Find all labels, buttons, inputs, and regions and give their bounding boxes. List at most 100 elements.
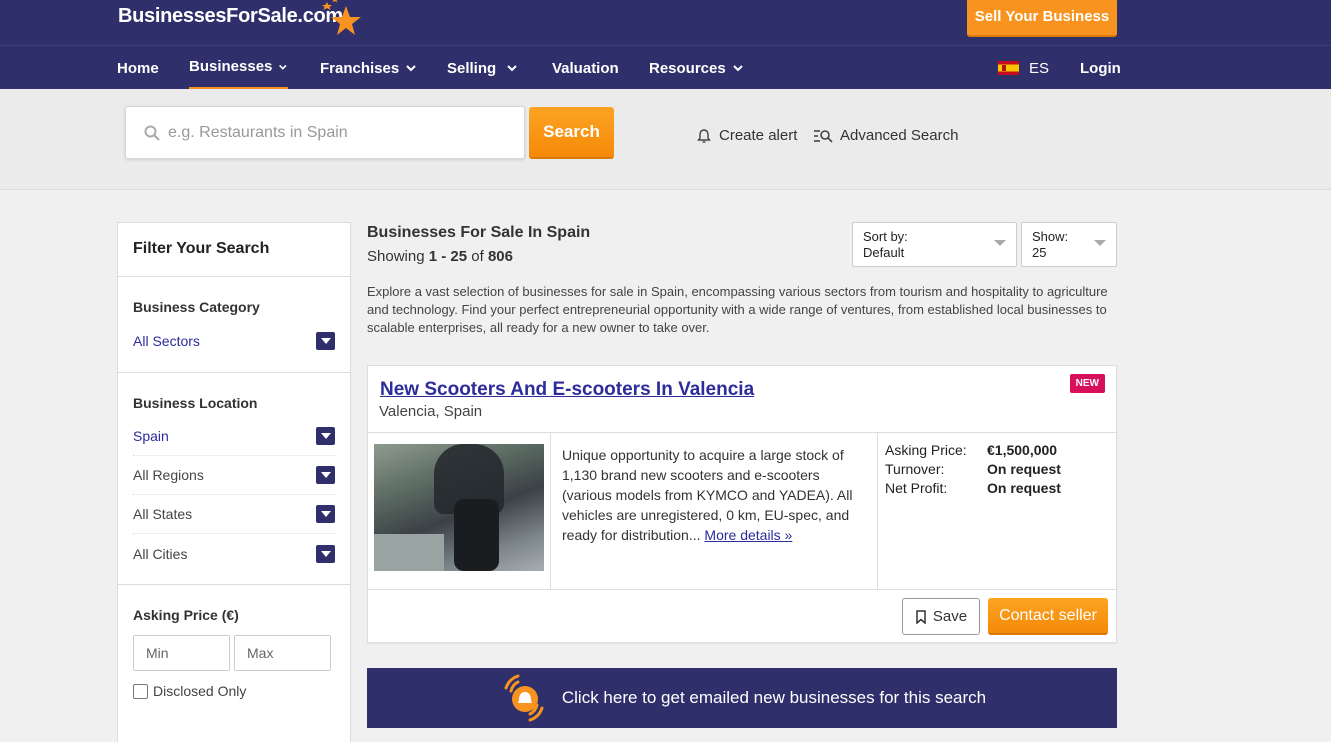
search-input[interactable] (168, 123, 508, 142)
bookmark-icon (916, 609, 926, 624)
category-heading: Business Category (133, 299, 260, 315)
chevron-down-icon (406, 65, 416, 72)
alert-bell-icon (504, 674, 544, 722)
turnover-label: Turnover: (885, 461, 945, 477)
nav-businesses[interactable]: Businesses (189, 46, 288, 90)
dropdown-icon[interactable] (316, 544, 335, 563)
nav-valuation[interactable]: Valuation (552, 46, 619, 90)
sort-label: Sort by: (863, 229, 908, 244)
nav-franchises[interactable]: Franchises (320, 46, 417, 90)
chevron-down-icon (507, 65, 517, 72)
show-value: 25 (1032, 245, 1047, 260)
chevron-down-icon (279, 64, 287, 70)
min-price-input[interactable] (133, 635, 230, 671)
bell-icon (697, 128, 711, 143)
city-select[interactable]: All Cities (133, 534, 335, 573)
listing-card: New Scooters And E-scooters In Valencia … (367, 365, 1117, 643)
category-select[interactable]: All Sectors (133, 321, 335, 360)
create-alert-label: Create alert (719, 127, 798, 144)
nav-selling[interactable]: Selling (447, 46, 518, 90)
listing-body: Unique opportunity to acquire a large st… (368, 432, 1116, 590)
nav-franchises-label: Franchises (320, 59, 400, 77)
country-value: Spain (133, 428, 169, 444)
listing-title-link[interactable]: New Scooters And E-scooters In Valencia (380, 379, 754, 401)
state-value: All States (133, 506, 193, 522)
asking-price-value: €1,500,000 (987, 442, 1058, 458)
listing-financials: Asking Price: €1,500,000 Turnover: On re… (885, 441, 1061, 498)
price-heading: Asking Price (€) (133, 607, 239, 623)
login-label: Login (1080, 59, 1121, 77)
language-selector[interactable]: ES (998, 46, 1049, 90)
nav-businesses-label: Businesses (189, 58, 273, 75)
results-total: 806 (487, 248, 513, 265)
show-count-select[interactable]: Show: 25 (1021, 222, 1117, 267)
caret-down-icon (994, 240, 1006, 246)
filter-title: Filter Your Search (118, 223, 350, 277)
save-label: Save (932, 608, 968, 625)
location-filter: Business Location Spain All Regions All … (118, 373, 350, 585)
region-value: All Regions (133, 467, 204, 483)
net-profit-value: On request (987, 480, 1061, 496)
search-button[interactable]: Search (529, 107, 614, 159)
email-alert-banner[interactable]: Click here to get emailed new businesses… (367, 668, 1117, 728)
disclosed-only-checkbox[interactable]: Disclosed Only (133, 683, 335, 699)
chevron-down-icon (733, 65, 743, 72)
disclosed-only-label: Disclosed Only (153, 683, 247, 699)
showing-prefix: Showing (367, 248, 425, 265)
site-logo[interactable]: BusinessesForSale.com (118, 5, 343, 28)
nav-valuation-label: Valuation (552, 59, 619, 77)
dropdown-icon[interactable] (316, 466, 335, 484)
nav-home-label: Home (117, 59, 159, 77)
search-band: Search Create alert Advanced Search (0, 89, 1337, 190)
language-code: ES (1029, 59, 1050, 77)
spain-flag-icon (998, 61, 1019, 75)
checkbox[interactable] (133, 683, 148, 699)
save-button[interactable]: Save (902, 598, 980, 635)
listing-location: Valencia, Spain (379, 403, 483, 420)
more-details-link[interactable]: More details » (704, 527, 792, 543)
sort-value: Default (863, 245, 905, 260)
new-badge: NEW (1069, 374, 1105, 393)
price-filter: Asking Price (€) Disclosed Only (118, 585, 350, 742)
region-select[interactable]: All Regions (133, 456, 335, 495)
dropdown-icon[interactable] (316, 427, 335, 445)
create-alert-link[interactable]: Create alert (696, 127, 797, 144)
top-header: BusinessesForSale.com Sell Your Business (0, 0, 1337, 45)
scrollbar[interactable] (1331, 0, 1337, 742)
search-icon (144, 125, 160, 141)
results-of: of (471, 248, 484, 265)
sell-your-business-button[interactable]: Sell Your Business (967, 0, 1117, 37)
net-profit-label: Net Profit: (885, 480, 948, 496)
max-price-input[interactable] (234, 635, 331, 671)
advanced-search-link[interactable]: Advanced Search (813, 127, 958, 144)
location-heading: Business Location (133, 395, 258, 411)
email-alert-text: Click here to get emailed new businesses… (561, 688, 987, 707)
sort-select[interactable]: Sort by: Default (852, 222, 1017, 267)
nav-resources-label: Resources (649, 59, 726, 77)
price-inputs (133, 635, 335, 671)
turnover-value: On request (987, 461, 1061, 477)
state-select[interactable]: All States (133, 495, 335, 534)
listing-thumbnail[interactable] (374, 444, 544, 571)
nav-selling-label: Selling (447, 59, 497, 77)
contact-seller-button[interactable]: Contact seller (988, 598, 1108, 635)
dropdown-icon[interactable] (316, 505, 335, 523)
listing-summary: Unique opportunity to acquire a large st… (562, 445, 867, 545)
nav-home[interactable]: Home (117, 46, 159, 90)
login-link[interactable]: Login (1080, 46, 1121, 90)
category-filter: Business Category All Sectors (118, 277, 350, 373)
caret-down-icon (1094, 240, 1106, 246)
asking-price-label: Asking Price: (885, 442, 967, 458)
advanced-search-icon (814, 129, 833, 143)
main-nav: Home Businesses Franchises Selling Valua… (0, 45, 1337, 90)
results-description: Explore a vast selection of businesses f… (367, 284, 1108, 335)
dropdown-icon[interactable] (316, 331, 335, 350)
advanced-search-label: Advanced Search (840, 127, 959, 144)
country-select[interactable]: Spain (133, 417, 335, 456)
category-value: All Sectors (133, 332, 200, 349)
logo-stars-icon (322, 0, 361, 35)
nav-resources[interactable]: Resources (649, 46, 744, 90)
results-range: 1 - 25 (428, 248, 468, 265)
results-title: Businesses For Sale In Spain (367, 224, 591, 241)
city-value: All Cities (133, 545, 188, 562)
